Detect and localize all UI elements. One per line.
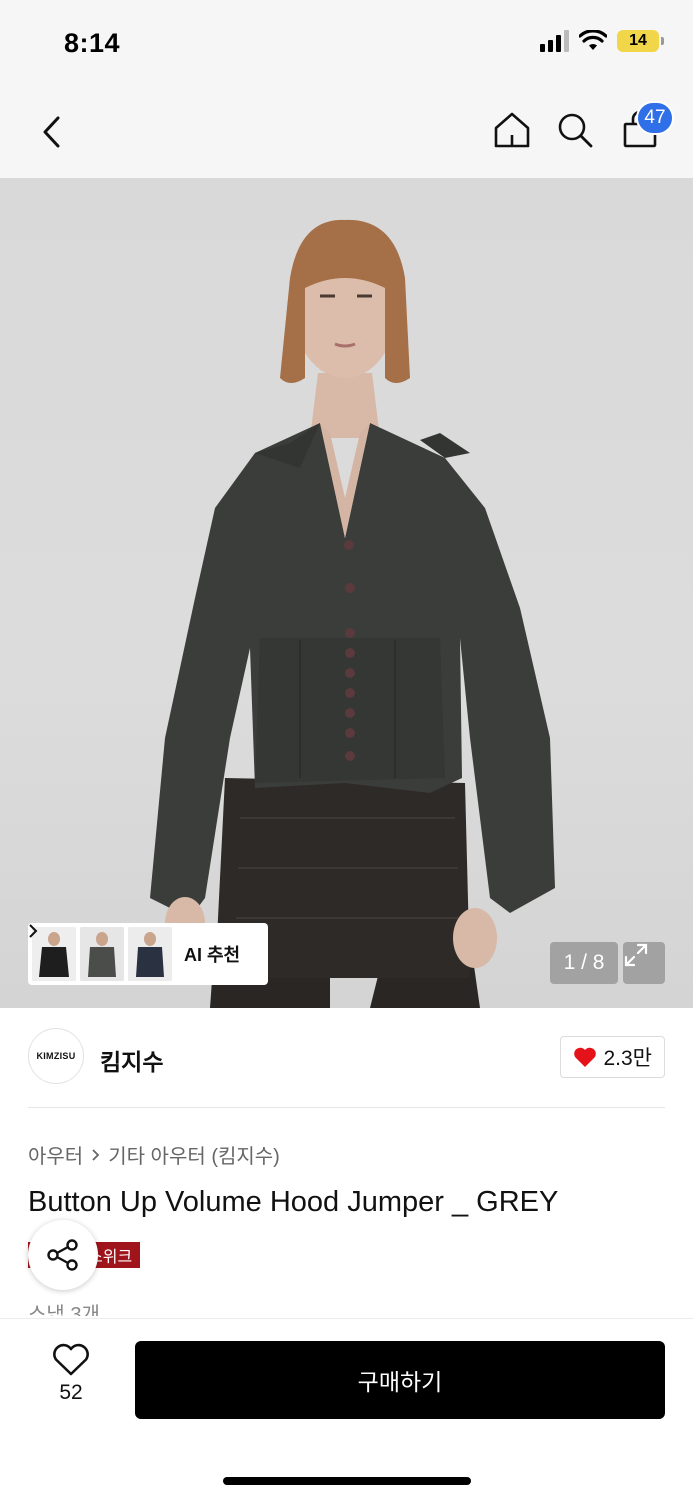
status-bar: 8:14 14 <box>0 0 693 88</box>
expand-icon <box>624 943 648 967</box>
home-indicator <box>223 1477 471 1485</box>
breadcrumb-category[interactable]: 아우터 <box>28 1140 83 1169</box>
home-button[interactable] <box>490 108 534 152</box>
share-button[interactable] <box>28 1220 98 1290</box>
breadcrumb: 아우터 기타 아우터 (킴지수) <box>28 1140 280 1169</box>
ai-thumbnail-3[interactable] <box>128 927 172 981</box>
chevron-right-icon <box>29 924 38 938</box>
brand-like-count: 2.3만 <box>603 1047 652 1070</box>
product-image-carousel[interactable]: AI 추천 1 / 8 <box>0 178 693 1008</box>
wishlist-count: 52 <box>59 1381 83 1404</box>
back-arrow-icon <box>43 116 60 148</box>
ai-recommend-button[interactable]: AI 추천 <box>28 923 268 985</box>
back-button[interactable] <box>30 110 74 154</box>
brand-row[interactable]: KIMZISU 킴지수 2.3만 <box>28 1028 665 1086</box>
ai-recommend-label: AI 추천 <box>29 924 241 967</box>
product-title: Button Up Volume Hood Jumper _ GREY <box>28 1186 559 1218</box>
brand-logo[interactable]: KIMZISU <box>28 1028 84 1084</box>
search-icon <box>558 113 593 148</box>
heart-icon <box>53 1343 89 1376</box>
bottom-action-bar: 52 구매하기 <box>0 1318 693 1500</box>
snap-count[interactable]: 스냅 3개 <box>28 1298 100 1316</box>
ai-recommend-text: AI 추천 <box>184 945 241 965</box>
buy-button[interactable]: 구매하기 <box>135 1341 665 1419</box>
brand-like-button[interactable]: 2.3만 <box>560 1036 665 1078</box>
wifi-icon <box>579 30 607 50</box>
search-button[interactable] <box>553 108 597 152</box>
cellular-signal-icon <box>540 30 569 52</box>
heart-icon <box>574 1047 597 1067</box>
home-icon <box>494 112 530 148</box>
status-icons: 14 <box>540 30 664 52</box>
navigation-bar <box>0 88 693 178</box>
image-counter: 1 / 8 <box>550 942 618 984</box>
share-icon <box>47 1239 78 1271</box>
status-time: 8:14 <box>64 28 121 58</box>
brand-name[interactable]: 킴지수 <box>100 1043 163 1077</box>
divider <box>28 1107 665 1108</box>
expand-image-button[interactable] <box>623 942 665 984</box>
cart-count-badge: 47 <box>636 101 674 135</box>
chevron-right-icon <box>92 1148 100 1161</box>
wishlist-button[interactable]: 52 <box>40 1343 102 1423</box>
ai-thumbnail-1[interactable] <box>32 927 76 981</box>
ai-thumbnail-2[interactable] <box>80 927 124 981</box>
breadcrumb-subcategory[interactable]: 기타 아우터 (킴지수) <box>108 1140 280 1169</box>
product-photo <box>150 219 555 1008</box>
battery-indicator: 14 <box>617 30 664 52</box>
